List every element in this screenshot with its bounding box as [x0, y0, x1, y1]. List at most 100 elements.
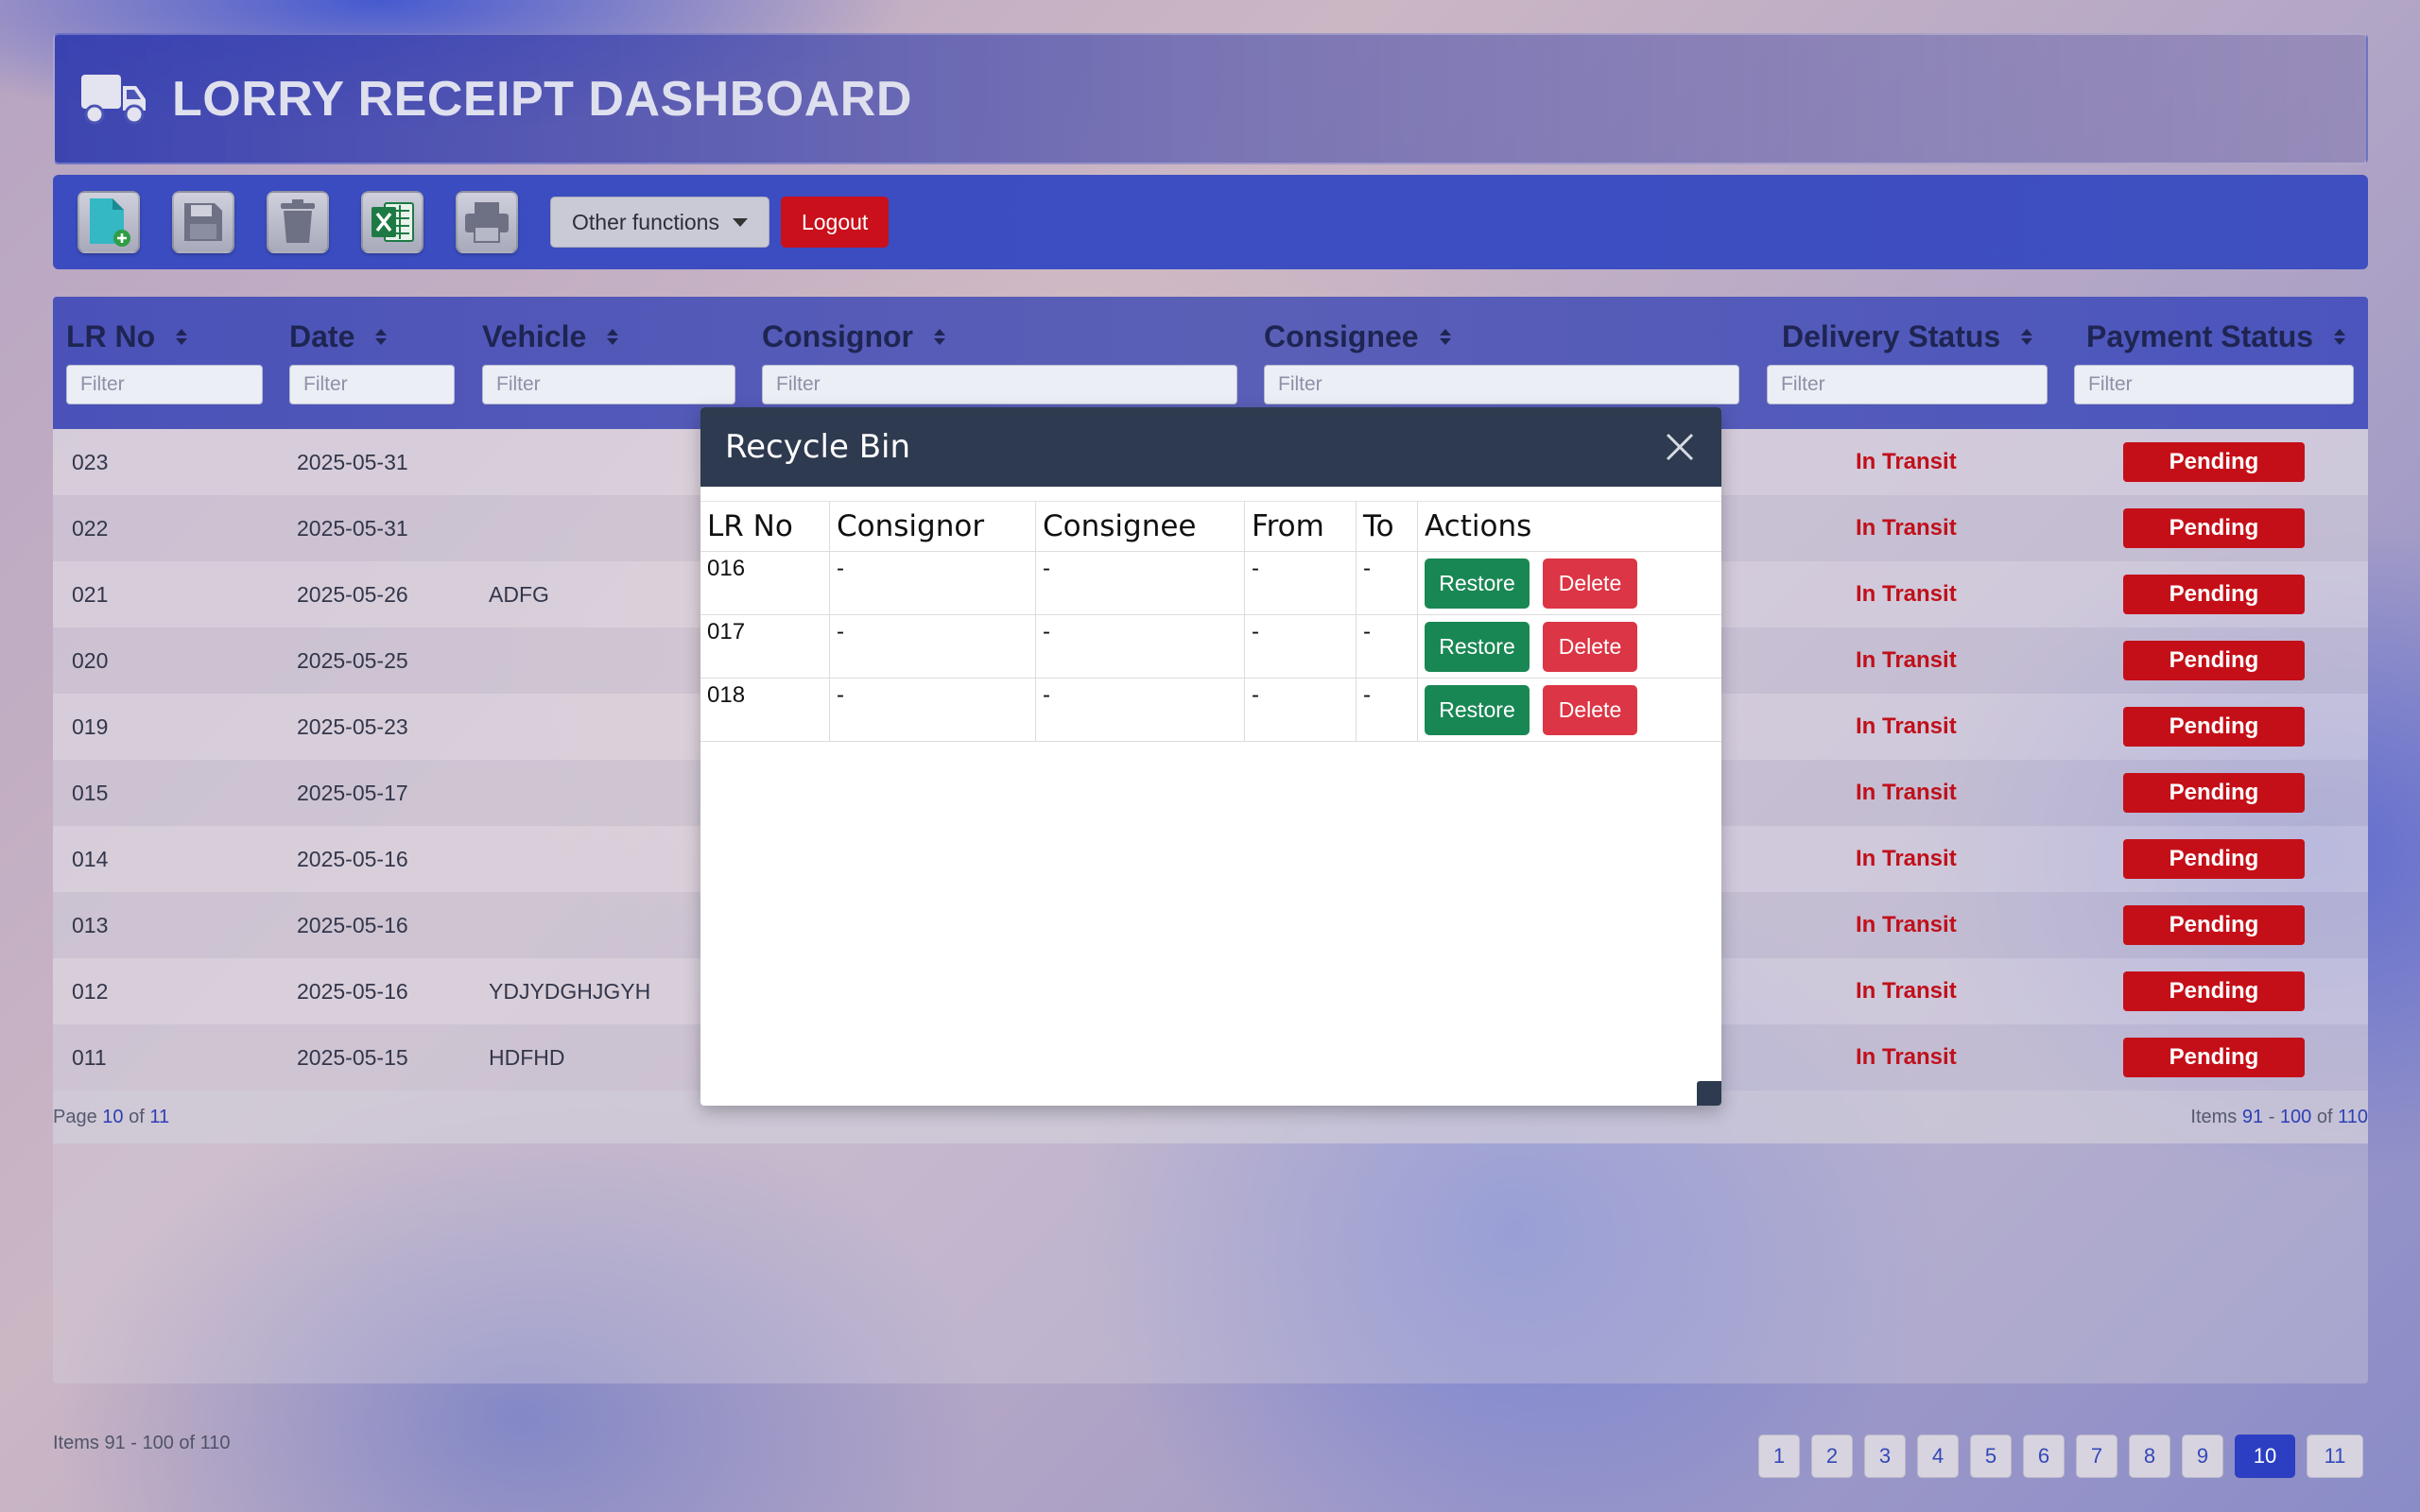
status-badge: Pending	[2123, 641, 2305, 680]
cell-date: 2025-05-16	[297, 913, 408, 937]
chevron-down-icon	[732, 217, 748, 227]
restore-button[interactable]: Restore	[1425, 622, 1530, 672]
cell-lr-no: 019	[72, 714, 109, 739]
column-header: Consignor	[829, 502, 1035, 551]
sort-icon[interactable]	[176, 329, 188, 345]
cell-to: -	[1356, 679, 1418, 741]
page-indicator: Page 10 of 11	[53, 1091, 169, 1143]
column-header-delivery-status[interactable]: Delivery Status	[1782, 319, 2033, 354]
export-excel-button[interactable]	[361, 191, 424, 253]
delete-button[interactable]	[267, 191, 329, 253]
items-prefix: Items	[2190, 1107, 2238, 1127]
save-button[interactable]	[172, 191, 234, 253]
filter-delivery-status[interactable]	[1767, 365, 2048, 404]
page-button-10[interactable]: 10	[2235, 1435, 2295, 1478]
trash-icon	[281, 199, 315, 243]
page-button-1[interactable]: 1	[1758, 1435, 1800, 1478]
page-button-5[interactable]: 5	[1970, 1435, 2012, 1478]
toolbar: Other functions Logout	[53, 175, 2368, 269]
sort-icon[interactable]	[2334, 329, 2346, 345]
new-document-button[interactable]	[78, 191, 140, 253]
sort-icon[interactable]	[1439, 329, 1451, 345]
delete-button[interactable]: Delete	[1543, 558, 1637, 609]
sort-icon[interactable]	[607, 329, 619, 345]
cell-lr-no: 013	[72, 913, 109, 937]
items-summary: Items 91 - 100 of 110	[53, 1433, 231, 1453]
delete-button[interactable]: Delete	[1543, 685, 1637, 735]
logout-button[interactable]: Logout	[780, 197, 890, 248]
cell-lr-no: 015	[72, 781, 109, 805]
page-current: 10	[102, 1107, 124, 1127]
cell-to: -	[1356, 615, 1418, 678]
cell-lr-no: 020	[72, 648, 109, 673]
page-title: LORRY RECEIPT DASHBOARD	[172, 71, 912, 127]
other-functions-label: Other functions	[572, 209, 719, 234]
filter-lr-no[interactable]	[66, 365, 263, 404]
column-header-payment-status[interactable]: Payment Status	[2086, 319, 2346, 354]
status-badge: Pending	[2123, 1038, 2305, 1077]
sort-icon[interactable]	[375, 329, 388, 345]
cell-consignee: -	[1035, 552, 1244, 614]
page-button-7[interactable]: 7	[2076, 1435, 2118, 1478]
column-header-consignor[interactable]: Consignor	[762, 319, 945, 354]
dialog-header: Recycle Bin	[700, 407, 1721, 487]
cell-delivery-status: In Transit	[1856, 1044, 1957, 1070]
cell-date: 2025-05-17	[297, 781, 408, 805]
cell-consignor: -	[829, 615, 1035, 678]
column-label: LR No	[66, 319, 156, 353]
page-button-4[interactable]: 4	[1917, 1435, 1959, 1478]
status-badge: Pending	[2123, 707, 2305, 747]
new-file-icon	[90, 198, 130, 247]
cell-vehicle: YDJYDGHJGYH	[489, 979, 651, 1004]
cell-delivery-status: In Transit	[1856, 912, 1957, 937]
floppy-disk-icon	[184, 203, 222, 241]
column-header-vehicle[interactable]: Vehicle	[482, 319, 619, 354]
cell-consignor: -	[829, 552, 1035, 614]
page-button-3[interactable]: 3	[1864, 1435, 1906, 1478]
filter-date[interactable]	[289, 365, 455, 404]
cell-delivery-status: In Transit	[1856, 978, 1957, 1004]
page-total: 11	[149, 1107, 170, 1127]
cell-delivery-status: In Transit	[1856, 515, 1957, 541]
table-header-row: LR No Consignor Consignee From To Action…	[700, 501, 1721, 552]
cell-lr-no: 016	[707, 556, 746, 581]
cell-delivery-status: In Transit	[1856, 846, 1957, 871]
page-button-6[interactable]: 6	[2023, 1435, 2065, 1478]
cell-to: -	[1356, 552, 1418, 614]
table-row: 016 - - - - Restore Delete	[700, 552, 1721, 615]
page-button-8[interactable]: 8	[2129, 1435, 2170, 1478]
sort-icon[interactable]	[933, 329, 945, 345]
sort-icon[interactable]	[2021, 329, 2033, 345]
page-button-9[interactable]: 9	[2182, 1435, 2223, 1478]
cell-vehicle: HDFHD	[489, 1045, 565, 1070]
page-button-11[interactable]: 11	[2307, 1435, 2363, 1478]
filter-consignor[interactable]	[762, 365, 1237, 404]
cell-lr-no: 017	[707, 619, 746, 644]
status-badge: Pending	[2123, 905, 2305, 945]
column-label: Vehicle	[482, 319, 587, 353]
status-badge: Pending	[2123, 839, 2305, 879]
printer-icon	[465, 202, 509, 243]
page-prefix: Page	[53, 1107, 97, 1127]
column-header-consignee[interactable]: Consignee	[1264, 319, 1451, 354]
other-functions-dropdown[interactable]: Other functions	[550, 197, 769, 248]
restore-button[interactable]: Restore	[1425, 685, 1530, 735]
filter-vehicle[interactable]	[482, 365, 735, 404]
resize-handle[interactable]	[1697, 1081, 1721, 1106]
delete-button[interactable]: Delete	[1543, 622, 1637, 672]
cell-from: -	[1244, 615, 1357, 678]
column-label: Date	[289, 319, 355, 353]
cell-delivery-status: In Transit	[1856, 581, 1957, 607]
app-header: LORRY RECEIPT DASHBOARD	[53, 33, 2368, 164]
column-header: LR No	[707, 509, 793, 543]
close-icon[interactable]	[1665, 432, 1695, 462]
cell-date: 2025-05-16	[297, 979, 408, 1004]
column-header-date[interactable]: Date	[289, 319, 388, 354]
filter-payment-status[interactable]	[2074, 365, 2354, 404]
filter-consignee[interactable]	[1264, 365, 1739, 404]
print-button[interactable]	[456, 191, 518, 253]
page-button-2[interactable]: 2	[1811, 1435, 1853, 1478]
column-label: Consignor	[762, 319, 913, 353]
restore-button[interactable]: Restore	[1425, 558, 1530, 609]
column-header-lr-no[interactable]: LR No	[66, 319, 188, 354]
